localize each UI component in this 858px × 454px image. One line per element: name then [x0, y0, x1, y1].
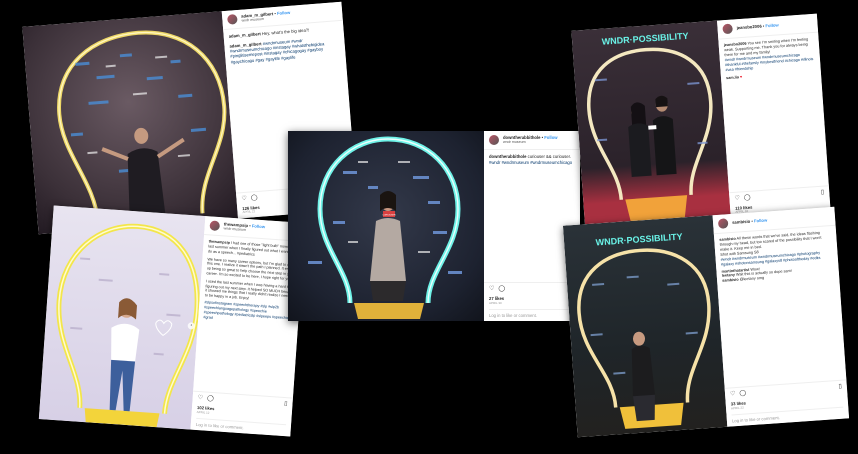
follow-button[interactable]: Follow: [765, 23, 779, 29]
lightbulb-neon-graphic: [56, 223, 200, 428]
neon-sign-text: CURIOUSER: [382, 215, 396, 217]
username[interactable]: jeansbo2006: [736, 24, 761, 31]
instagram-post: › thewampsip • Follow wndr museum thewam…: [38, 205, 306, 437]
comment-icon[interactable]: ◯: [207, 396, 214, 404]
hashtags[interactable]: #wndr #wndrmuseum #wndrmuseumchicago: [489, 160, 575, 165]
username[interactable]: downtherabbithole: [503, 135, 540, 140]
heart-icon[interactable]: ♡: [197, 395, 203, 403]
follow-button[interactable]: Follow: [754, 218, 768, 224]
avatar[interactable]: [227, 14, 238, 25]
post-sidebar: jeansbo2006 • Follow jeansbo2006 You see…: [717, 13, 831, 219]
comment-text: Wow!: [750, 266, 760, 272]
post-date[interactable]: APRIL 30: [489, 301, 575, 306]
caption-text: curiouser && curiouser.: [527, 154, 571, 160]
lightbulb-neon-graphic: CURIOUSER: [308, 136, 462, 319]
post-photo[interactable]: WNDR·POSSIBILITY: [571, 20, 731, 229]
follow-button[interactable]: Follow: [544, 135, 557, 140]
post-footer: ♡◯▯ 27 likes APRIL 30 Log in to like or …: [484, 282, 580, 321]
avatar[interactable]: [717, 218, 729, 229]
comment-username[interactable]: sambisio: [722, 278, 739, 283]
neon-sign-text: WNDR·POSSIBILITY: [601, 31, 688, 47]
avatar[interactable]: [489, 135, 499, 146]
caption-text-2: We have so many career options, but I'm …: [206, 256, 296, 282]
follow-button[interactable]: Follow: [277, 10, 291, 16]
hashtags[interactable]: #slpsofinstagram #speechtherapy #slp #sl…: [203, 300, 294, 325]
bookmark-icon[interactable]: ▯: [284, 401, 288, 409]
comment-icon[interactable]: ◯: [251, 195, 258, 203]
bookmark-icon[interactable]: ▯: [821, 189, 825, 197]
lightbulb-neon-graphic: WNDR·POSSIBILITY: [587, 31, 713, 223]
lightbulb-neon-graphic: [57, 30, 227, 222]
instagram-post: WNDR·POSSIBILITY jeansbo2006 • Follow je…: [571, 13, 831, 229]
instagram-post: WNDR·POSSIBILITY sambisio • Follow sambi…: [562, 206, 850, 438]
post-footer: ♡ ◯ ▯ 102 likes APRIL 12 Log in to like or…: [190, 391, 293, 437]
post-photo[interactable]: WNDR·POSSIBILITY: [562, 215, 728, 438]
post-footer: ♡ ◯ ▯ 33 likes APRIL 22 Log in to like or …: [724, 379, 850, 427]
caption-username[interactable]: adam_m_gilbert: [229, 31, 261, 39]
post-photo[interactable]: CURIOUSER: [288, 131, 484, 321]
heart-icon[interactable]: ♡: [730, 392, 736, 400]
lightbulb-neon-graphic: WNDR·POSSIBILITY: [577, 231, 711, 429]
comment-icon[interactable]: ◯: [498, 286, 505, 294]
comment-icon[interactable]: ◯: [744, 195, 751, 203]
neon-sign-text: WNDR·POSSIBILITY: [595, 231, 682, 247]
comment-icon[interactable]: ◯: [739, 391, 746, 399]
heart-icon[interactable]: ♡: [241, 196, 247, 204]
location[interactable]: wndr museum: [503, 140, 558, 145]
caption-username[interactable]: downtherabbithole: [489, 154, 526, 159]
username[interactable]: sambisio: [732, 219, 750, 225]
caption: jeansbo2006 You see I'm smiling when I'm…: [718, 33, 821, 85]
heart-icon[interactable]: ♡: [734, 195, 740, 203]
heart-emoji-icon: ♥: [739, 74, 743, 79]
comment-text: @leetany omg: [739, 276, 765, 282]
heart-icon[interactable]: ♡: [489, 286, 494, 294]
login-to-comment-link[interactable]: Log in to like or comment.: [489, 308, 575, 318]
avatar[interactable]: [209, 220, 221, 232]
avatar[interactable]: [722, 23, 733, 35]
caption: adam_m_gilbert Hey, what's the big idea?…: [223, 21, 346, 70]
follow-button[interactable]: Follow: [252, 223, 266, 229]
post-header: downtherabbithole • Follow wndr museum: [484, 131, 580, 151]
post-sidebar: sambisio • Follow sambisio All these wor…: [712, 206, 850, 427]
post-photo[interactable]: [22, 11, 239, 235]
instagram-post: CURIOUSER downtherabbithole • Follow wnd…: [288, 131, 580, 321]
caption-text: Hey, what's the big idea?!: [261, 27, 310, 37]
post-photo[interactable]: ›: [38, 205, 206, 430]
caption: downtherabbithole curiouser && curiouser…: [484, 150, 580, 169]
caption: sambisio All these words that we've said…: [714, 226, 839, 289]
comment-username[interactable]: sam.lia: [726, 75, 739, 80]
bookmark-icon[interactable]: ▯: [838, 384, 842, 392]
